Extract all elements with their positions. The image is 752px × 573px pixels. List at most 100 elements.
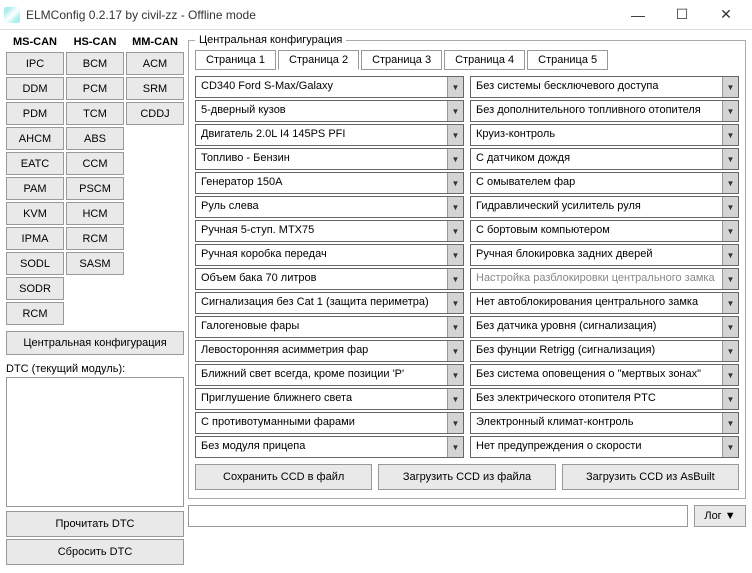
dtc-listbox[interactable] [6, 377, 184, 507]
chevron-down-icon: ▼ [722, 365, 738, 385]
tab-strip: Страница 1Страница 2Страница 3Страница 4… [195, 50, 739, 70]
close-button[interactable]: ✕ [704, 1, 748, 29]
mscan-btn-ahcm[interactable]: AHCM [6, 127, 64, 150]
combo-right-1[interactable]: Без дополнительного топливного отопителя… [470, 100, 739, 122]
combo-right-3[interactable]: С датчиком дождя▼ [470, 148, 739, 170]
combo-right-11[interactable]: Без фунции Retrigg (сигнализация)▼ [470, 340, 739, 362]
chevron-down-icon: ▼ [447, 125, 463, 145]
combo-right-10[interactable]: Без датчика уровня (сигнализация)▼ [470, 316, 739, 338]
combo-right-5[interactable]: Гидравлический усилитель руля▼ [470, 196, 739, 218]
combo-right-9[interactable]: Нет автоблокирования центрального замка▼ [470, 292, 739, 314]
combo-left-6[interactable]: Ручная 5-ступ. MTX75▼ [195, 220, 464, 242]
combo-value: Без фунции Retrigg (сигнализация) [471, 341, 722, 361]
chevron-down-icon: ▼ [447, 101, 463, 121]
central-config-button[interactable]: Центральная конфигурация [6, 331, 184, 355]
maximize-button[interactable]: ☐ [660, 1, 704, 29]
read-dtc-button[interactable]: Прочитать DTC [6, 511, 184, 537]
mscan-btn-pdm[interactable]: PDM [6, 102, 64, 125]
combo-left-3[interactable]: Топливо - Бензин▼ [195, 148, 464, 170]
hscan-btn-abs[interactable]: ABS [66, 127, 124, 150]
mscan-btn-kvm[interactable]: KVM [6, 202, 64, 225]
mscan-column: MS-CAN IPCDDMPDMAHCMEATCPAMKVMIPMASODLSO… [6, 34, 64, 327]
combo-right-2[interactable]: Круиз-контроль▼ [470, 124, 739, 146]
combo-value: Ручная коробка передач [196, 245, 447, 265]
mscan-btn-eatc[interactable]: EATC [6, 152, 64, 175]
combo-right-4[interactable]: С омывателем фар▼ [470, 172, 739, 194]
log-field[interactable] [188, 505, 688, 527]
mscan-header: MS-CAN [6, 34, 64, 52]
combo-left-8[interactable]: Объем бака 70 литров▼ [195, 268, 464, 290]
combo-right-7[interactable]: Ручная блокировка задних дверей▼ [470, 244, 739, 266]
combo-right-13[interactable]: Без электрического отопителя PTC▼ [470, 388, 739, 410]
combo-left-1[interactable]: 5-дверный кузов▼ [195, 100, 464, 122]
tab-page-4[interactable]: Страница 4 [444, 50, 525, 70]
chevron-down-icon: ▼ [722, 437, 738, 457]
combo-value: Топливо - Бензин [196, 149, 447, 169]
combo-right-14[interactable]: Электронный климат-контроль▼ [470, 412, 739, 434]
hscan-btn-bcm[interactable]: BCM [66, 52, 124, 75]
mmcan-btn-acm[interactable]: ACM [126, 52, 184, 75]
combo-left-7[interactable]: Ручная коробка передач▼ [195, 244, 464, 266]
combo-value: Сигнализация без Cat 1 (защита периметра… [196, 293, 447, 313]
combo-value: С датчиком дождя [471, 149, 722, 169]
hscan-btn-ccm[interactable]: CCM [66, 152, 124, 175]
mmcan-btn-srm[interactable]: SRM [126, 77, 184, 100]
tab-page-2[interactable]: Страница 2 [278, 50, 359, 70]
combo-right-0[interactable]: Без системы бесключевого доступа▼ [470, 76, 739, 98]
combo-right-8: Настройка разблокировки центрального зам… [470, 268, 739, 290]
tab-page-1[interactable]: Страница 1 [195, 50, 276, 70]
hscan-btn-sasm[interactable]: SASM [66, 252, 124, 275]
combo-value: Настройка разблокировки центрального зам… [471, 269, 722, 289]
log-button[interactable]: Лог ▼ [694, 505, 746, 527]
combo-left-15[interactable]: Без модуля прицепа▼ [195, 436, 464, 458]
load-ccd-file-button[interactable]: Загрузить CCD из файла [378, 464, 555, 490]
chevron-down-icon: ▼ [447, 317, 463, 337]
combo-value: 5-дверный кузов [196, 101, 447, 121]
chevron-down-icon: ▼ [722, 389, 738, 409]
mscan-btn-ddm[interactable]: DDM [6, 77, 64, 100]
config-rows: CD340 Ford S-Max/Galaxy▼Без системы беск… [195, 76, 739, 458]
combo-left-11[interactable]: Левосторонняя асимметрия фар▼ [195, 340, 464, 362]
combo-left-12[interactable]: Ближний свет всегда, кроме позиции 'P'▼ [195, 364, 464, 386]
chevron-down-icon: ▼ [447, 293, 463, 313]
chevron-down-icon: ▼ [722, 173, 738, 193]
combo-value: Галогеновые фары [196, 317, 447, 337]
central-config-groupbox: Центральная конфигурация Страница 1Стран… [188, 34, 746, 499]
combo-left-5[interactable]: Руль слева▼ [195, 196, 464, 218]
hscan-btn-tcm[interactable]: TCM [66, 102, 124, 125]
minimize-button[interactable]: — [616, 1, 660, 29]
mscan-btn-pam[interactable]: PAM [6, 177, 64, 200]
chevron-down-icon: ▼ [447, 245, 463, 265]
load-ccd-asbuilt-button[interactable]: Загрузить CCD из AsBuilt [562, 464, 739, 490]
mscan-btn-ipma[interactable]: IPMA [6, 227, 64, 250]
tab-page-3[interactable]: Страница 3 [361, 50, 442, 70]
hscan-btn-pscm[interactable]: PSCM [66, 177, 124, 200]
hscan-btn-hcm[interactable]: HCM [66, 202, 124, 225]
combo-left-4[interactable]: Генератор 150А▼ [195, 172, 464, 194]
combo-right-6[interactable]: С бортовым компьютером▼ [470, 220, 739, 242]
mscan-btn-sodl[interactable]: SODL [6, 252, 64, 275]
combo-left-2[interactable]: Двигатель 2.0L I4 145PS PFI▼ [195, 124, 464, 146]
combo-left-14[interactable]: С противотуманными фарами▼ [195, 412, 464, 434]
tab-page-5[interactable]: Страница 5 [527, 50, 608, 70]
combo-left-9[interactable]: Сигнализация без Cat 1 (защита периметра… [195, 292, 464, 314]
mscan-btn-rcm[interactable]: RCM [6, 302, 64, 325]
combo-right-15[interactable]: Нет предупреждения о скорости▼ [470, 436, 739, 458]
chevron-down-icon: ▼ [722, 125, 738, 145]
combo-left-13[interactable]: Приглушение ближнего света▼ [195, 388, 464, 410]
mscan-btn-ipc[interactable]: IPC [6, 52, 64, 75]
combo-value: Без датчика уровня (сигнализация) [471, 317, 722, 337]
clear-dtc-button[interactable]: Сбросить DTC [6, 539, 184, 565]
app-icon [4, 7, 20, 23]
hscan-btn-pcm[interactable]: PCM [66, 77, 124, 100]
save-ccd-button[interactable]: Сохранить CCD в файл [195, 464, 372, 490]
mmcan-btn-cddj[interactable]: CDDJ [126, 102, 184, 125]
combo-right-12[interactable]: Без система оповещения о "мертвых зонах"… [470, 364, 739, 386]
hscan-btn-rcm[interactable]: RCM [66, 227, 124, 250]
chevron-down-icon: ▼ [722, 341, 738, 361]
combo-value: CD340 Ford S-Max/Galaxy [196, 77, 447, 97]
combo-left-10[interactable]: Галогеновые фары▼ [195, 316, 464, 338]
mscan-btn-sodr[interactable]: SODR [6, 277, 64, 300]
combo-left-0[interactable]: CD340 Ford S-Max/Galaxy▼ [195, 76, 464, 98]
chevron-down-icon: ▼ [447, 197, 463, 217]
